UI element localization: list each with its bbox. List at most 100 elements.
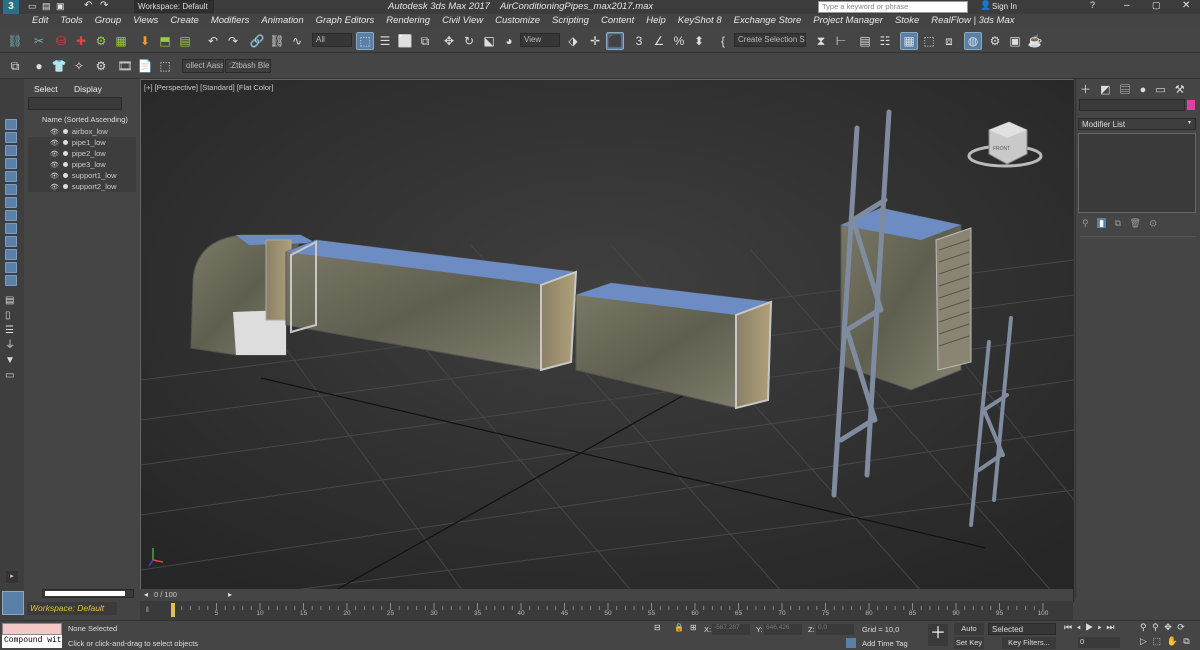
rect-selection-icon[interactable]: ⬜ (396, 32, 414, 50)
funnel-icon[interactable]: ⏚ (5, 338, 15, 353)
hierarchy-tab-icon[interactable]: ▤ (1120, 84, 1131, 96)
window-crossing-icon[interactable]: ⧉ (416, 32, 434, 50)
pin-stack-icon[interactable]: ⚲ (1082, 218, 1089, 228)
funnel-solid-icon[interactable]: ▼ (5, 353, 15, 368)
save-icon[interactable]: ▣ (56, 1, 65, 12)
eye-icon[interactable]: 👁 (50, 150, 59, 158)
menu-item-project-manager[interactable]: Project Manager (807, 14, 889, 27)
wand-icon[interactable]: ✧ (70, 57, 88, 75)
viewport-shading-label[interactable]: [Standard] (200, 83, 235, 92)
maxscript-mini-listener[interactable]: Compound wit (2, 635, 62, 648)
menu-item-animation[interactable]: Animation (255, 14, 309, 27)
tree-row[interactable]: 👁 support1_low (28, 170, 136, 181)
configure-modifier-icon[interactable]: ⚙ (1149, 218, 1156, 228)
link-icon[interactable]: 🔗 (248, 32, 266, 50)
folder-icon[interactable]: ▭ (5, 368, 15, 383)
display-spacewarps-icon[interactable] (5, 197, 17, 208)
unlink-toolbar-icon[interactable]: ⛓ (268, 32, 286, 50)
walk-icon[interactable]: ✋ (1166, 636, 1177, 646)
lock-icon[interactable]: 🔒 (674, 623, 684, 632)
search-field[interactable]: Type a keyword or phrase (818, 1, 968, 13)
viewport-scene[interactable]: FRONT (141, 80, 1074, 602)
menu-item-keyshot-8[interactable]: KeyShot 8 (672, 14, 728, 27)
bind-spacewarp-icon[interactable]: ⛁ (52, 32, 70, 50)
prev-frame-icon[interactable]: ◂ (144, 590, 148, 599)
expand-panel-icon[interactable]: ▸ (6, 571, 18, 583)
time-tag-icon[interactable] (846, 638, 856, 648)
tree-hscrollbar[interactable] (42, 589, 134, 598)
column-header[interactable]: Name (Sorted Ascending) (28, 115, 136, 125)
menu-item-modifiers[interactable]: Modifiers (205, 14, 256, 27)
display-shapes-icon[interactable] (5, 145, 17, 156)
named-selection-dropdown[interactable]: Create Selection Se (734, 33, 806, 47)
isolate-icon[interactable]: ⊟ (654, 623, 661, 632)
pan-icon[interactable]: ✥ (1164, 622, 1172, 632)
create-tab-icon[interactable]: ＋ (1080, 84, 1091, 96)
select-link-icon[interactable]: ⛓ (6, 32, 24, 50)
maximize-icon[interactable]: ▢ (1152, 0, 1161, 11)
key-filters-button[interactable]: Key Filters... (1002, 637, 1056, 649)
script-icon[interactable]: ⚙ (92, 57, 110, 75)
chevron-down-icon[interactable]: ▾ (1188, 119, 1191, 126)
menu-item-exchange-store[interactable]: Exchange Store (728, 14, 808, 27)
display-groups-icon[interactable] (5, 210, 17, 221)
track-bar-icon[interactable]: ⧚ (146, 605, 149, 615)
scene-explorer-icon[interactable]: ▤ (856, 32, 874, 50)
current-frame-field[interactable]: 0 (1078, 637, 1120, 648)
ref-coord-dropdown[interactable]: View (520, 33, 560, 47)
menu-item-customize[interactable]: Customize (489, 14, 546, 27)
x-coord-field[interactable]: -587,287 (712, 624, 750, 635)
tree-row[interactable]: 👁 support2_low (28, 181, 136, 192)
container-icon[interactable]: ⧉ (6, 57, 24, 75)
eye-icon[interactable]: 👁 (50, 128, 59, 136)
menu-item-graph-editors[interactable]: Graph Editors (310, 14, 381, 27)
film-icon[interactable]: 🎞 (116, 57, 134, 75)
pivot-icon[interactable]: ⬗ (564, 32, 582, 50)
maximize-viewport-icon[interactable]: ⧉ (1183, 636, 1189, 646)
viewport-pov-label[interactable]: [Perspective] (155, 83, 198, 92)
schematic-view-icon[interactable]: ⧈ (940, 32, 958, 50)
menu-item-group[interactable]: Group (89, 14, 127, 27)
page-icon[interactable]: ▯ (5, 308, 15, 323)
select-none-icon[interactable] (5, 119, 17, 130)
menu-item-create[interactable]: Create (164, 14, 205, 27)
next-frame-icon[interactable]: ▸ (228, 590, 232, 599)
curve-editor-icon[interactable]: ⬚ (920, 32, 938, 50)
modifier-list-dropdown[interactable]: Modifier List (1078, 118, 1196, 130)
display-lights-icon[interactable] (5, 158, 17, 169)
minimize-icon[interactable]: – (1124, 0, 1130, 11)
display-tab-icon[interactable]: ▭ (1155, 84, 1165, 96)
blender-icon[interactable]: ⬚ (156, 57, 174, 75)
display-helpers-icon[interactable] (5, 184, 17, 195)
sign-in-link[interactable]: Sign In (992, 2, 1017, 11)
menu-item-realflow-3ds-max[interactable]: RealFlow | 3ds Max (925, 14, 1020, 27)
select-object-icon[interactable]: ⬚ (356, 32, 374, 50)
set-key-button[interactable]: Set Key (954, 637, 984, 649)
tree-row[interactable]: 👁 pipe3_low (28, 159, 136, 170)
workspace-dropdown[interactable]: Workspace: Default (134, 0, 214, 13)
filter-icon[interactable]: ▤ (5, 293, 15, 308)
spinner-snap-icon[interactable]: ⬍ (690, 32, 708, 50)
tab-select[interactable]: Select (34, 84, 58, 94)
find-field[interactable] (28, 97, 122, 110)
angle-snap-icon[interactable]: ∠ (650, 32, 668, 50)
redo-toolbar-icon[interactable]: ↷ (224, 32, 242, 50)
menu-item-scripting[interactable]: Scripting (546, 14, 595, 27)
rotate-icon[interactable]: ↻ (460, 32, 478, 50)
zoom-all-icon[interactable]: ⚲ (1152, 622, 1159, 632)
tree-row[interactable]: 👁 pipe1_low (28, 137, 136, 148)
z-coord-field[interactable]: 0,0 (816, 624, 854, 635)
time-slider[interactable]: ◂ 0 / 100 ▸ (140, 589, 1073, 601)
prev-key-icon[interactable]: ◂ (1077, 622, 1081, 632)
layer-explorer-icon[interactable]: ☷ (876, 32, 894, 50)
ztbash-button[interactable]: :Ztbash Blende (225, 59, 271, 73)
set-key-mode-icon[interactable]: ＋ (928, 624, 948, 646)
display-containers-icon[interactable] (5, 249, 17, 260)
graphite-ribbon-icon[interactable]: ▦ (900, 32, 918, 50)
keyboard-shortcut-icon[interactable]: ⬛ (606, 32, 624, 50)
render-icon[interactable]: ☕ (1026, 32, 1044, 50)
key-selection-dropdown[interactable]: Selected (988, 623, 1056, 635)
field-of-view-icon[interactable]: ▷ (1140, 636, 1147, 646)
perspective-viewport[interactable]: FRONT [+] [Perspective] [Standard] [Flat… (140, 79, 1074, 602)
modify-tab-icon[interactable]: ◩ (1100, 84, 1110, 96)
